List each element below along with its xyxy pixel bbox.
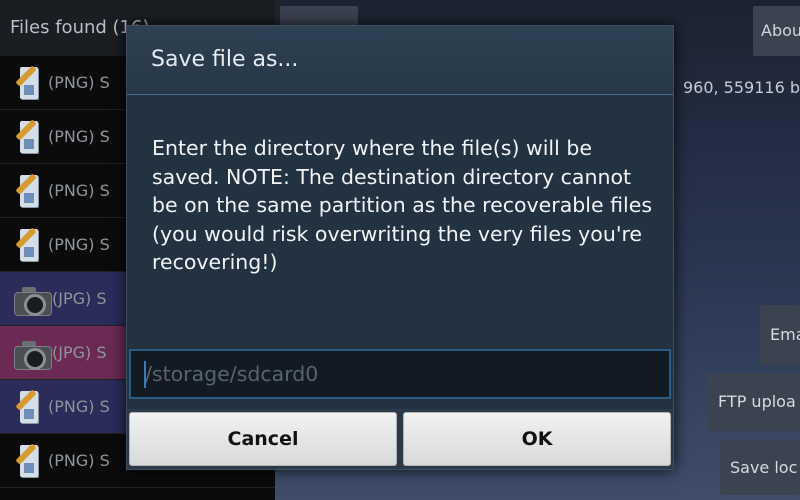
file-row-label: (PNG) S <box>48 397 110 416</box>
png-file-icon <box>12 63 48 103</box>
dialog-button-bar: Cancel OK <box>127 409 673 469</box>
email-button[interactable]: Ema <box>760 305 800 365</box>
directory-input[interactable]: /storage/sdcard0 <box>129 349 671 399</box>
file-row-label: (JPG) S <box>52 289 107 308</box>
png-file-icon <box>12 225 48 265</box>
about-button[interactable]: Abou <box>753 6 800 56</box>
png-file-icon <box>12 171 48 211</box>
file-info-text: 960, 559116 b <box>682 78 800 97</box>
dialog-message: Enter the directory where the file(s) wi… <box>152 136 653 274</box>
file-row-label: (PNG) S <box>48 181 110 200</box>
file-row-label: (PNG) S <box>48 127 110 146</box>
file-row-label: (PNG) S <box>48 451 110 470</box>
cancel-button[interactable]: Cancel <box>129 412 397 466</box>
file-row-label: (JPG) S <box>52 343 107 362</box>
file-row-label: (PNG) S <box>48 73 110 92</box>
text-caret <box>144 361 146 388</box>
directory-input-placeholder: /storage/sdcard0 <box>145 362 319 386</box>
file-row-label: (PNG) S <box>48 235 110 254</box>
camera-icon <box>12 282 52 316</box>
save-local-button[interactable]: Save loc <box>720 440 800 495</box>
dialog-title: Save file as... <box>127 26 673 95</box>
png-file-icon <box>12 387 48 427</box>
png-file-icon <box>12 441 48 481</box>
png-file-icon <box>12 117 48 157</box>
camera-icon <box>12 336 52 370</box>
save-file-dialog: Save file as... Enter the directory wher… <box>126 25 674 470</box>
ftp-upload-button[interactable]: FTP uploa <box>708 373 800 431</box>
ok-button[interactable]: OK <box>403 412 671 466</box>
